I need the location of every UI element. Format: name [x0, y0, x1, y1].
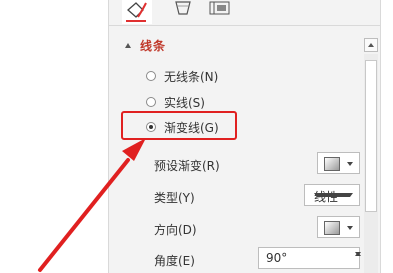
effects-tab-icon[interactable]: [169, 0, 197, 18]
solid-line-radio[interactable]: [146, 97, 156, 107]
format-shape-pane: 线条 无线条(N) 实线(S) 渐变线(G) 预设渐变(R) 类型(Y) 线性 …: [108, 0, 381, 273]
no-line-option[interactable]: 无线条(N): [146, 67, 218, 85]
no-line-radio[interactable]: [146, 71, 156, 81]
chevron-down-icon: [347, 162, 353, 166]
collapse-triangle-icon: [125, 42, 131, 48]
angle-input[interactable]: 90°: [258, 247, 361, 269]
chevron-down-icon: [314, 193, 353, 197]
size-properties-tab-icon[interactable]: [207, 0, 235, 18]
solid-line-option[interactable]: 实线(S): [146, 93, 205, 111]
angle-spinner[interactable]: [348, 249, 361, 267]
tabs-divider: [109, 25, 380, 26]
type-label: 类型(Y): [154, 191, 195, 205]
gradient-swatch-icon: [324, 157, 340, 171]
gradient-line-label: 渐变线(G): [164, 120, 219, 135]
scroll-up-button[interactable]: [364, 38, 378, 52]
direction-label: 方向(D): [154, 223, 197, 237]
gradient-line-option[interactable]: 渐变线(G): [146, 118, 219, 136]
spin-down-icon[interactable]: [355, 252, 361, 256]
screenshot-stage: 线条 无线条(N) 实线(S) 渐变线(G) 预设渐变(R) 类型(Y) 线性 …: [0, 0, 393, 273]
preset-gradient-label: 预设渐变(R): [154, 159, 220, 173]
pane-tabs: [109, 0, 380, 26]
type-dropdown[interactable]: 线性: [304, 184, 360, 206]
solid-line-label: 实线(S): [164, 95, 205, 110]
scrollbar-thumb[interactable]: [365, 60, 377, 212]
section-title: 线条: [140, 38, 167, 53]
angle-label: 角度(E): [154, 254, 195, 268]
preset-gradient-button[interactable]: [317, 152, 360, 174]
fill-line-tab-icon[interactable]: [122, 0, 152, 24]
no-line-label: 无线条(N): [164, 69, 219, 84]
direction-swatch-icon: [324, 221, 340, 235]
direction-button[interactable]: [317, 216, 360, 238]
line-section-header[interactable]: 线条: [125, 36, 166, 54]
gradient-line-radio[interactable]: [146, 122, 156, 132]
angle-value: 90°: [266, 251, 288, 265]
chevron-down-icon: [347, 226, 353, 230]
